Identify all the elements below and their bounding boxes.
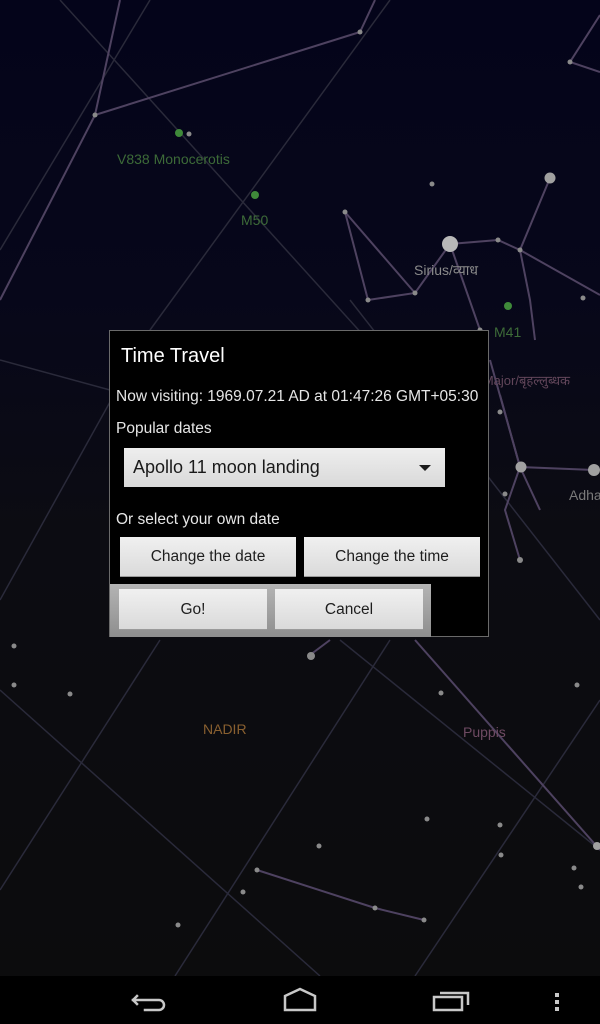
star <box>495 237 501 243</box>
cancel-button[interactable]: Cancel <box>275 589 423 630</box>
star <box>92 112 98 118</box>
label-adhara: Adha <box>569 487 600 503</box>
own-date-label: Or select your own date <box>116 511 280 528</box>
star <box>11 682 17 688</box>
popular-dates-label: Popular dates <box>116 420 212 437</box>
star <box>186 131 192 137</box>
star <box>357 29 363 35</box>
star <box>67 691 73 697</box>
star <box>421 917 427 923</box>
time-travel-dialog: Time Travel Now visiting: 1969.07.21 AD … <box>109 330 489 637</box>
star <box>515 461 527 473</box>
star <box>544 172 556 184</box>
messier-v838 <box>175 129 183 137</box>
star <box>307 652 315 660</box>
recent-apps-icon <box>432 991 470 1012</box>
home-button[interactable] <box>265 976 335 1024</box>
star <box>502 491 508 497</box>
go-button[interactable]: Go! <box>119 589 267 630</box>
navigation-bar <box>0 976 600 1024</box>
popular-dates-dropdown[interactable]: Apollo 11 moon landing <box>124 448 445 487</box>
star <box>580 295 586 301</box>
star <box>424 816 430 822</box>
star <box>497 409 503 415</box>
star <box>240 889 246 895</box>
overflow-menu-icon <box>555 993 559 1011</box>
home-icon <box>283 987 317 1012</box>
star <box>365 297 371 303</box>
star <box>438 690 444 696</box>
star <box>429 181 435 187</box>
star <box>574 682 580 688</box>
back-icon <box>131 994 166 1012</box>
star <box>175 922 181 928</box>
label-nadir: NADIR <box>203 721 247 737</box>
messier-m50 <box>251 191 259 199</box>
change-time-button[interactable]: Change the time <box>304 537 480 577</box>
dialog-button-bar: Go! Cancel <box>110 584 431 637</box>
star <box>497 822 503 828</box>
change-date-button[interactable]: Change the date <box>120 537 296 577</box>
star <box>11 643 17 649</box>
star <box>578 884 584 890</box>
popular-dates-selected-value: Apollo 11 moon landing <box>133 457 320 477</box>
star <box>567 59 573 65</box>
overflow-menu-button[interactable] <box>540 976 576 1024</box>
messier-m41 <box>504 302 512 310</box>
dropdown-arrow-icon <box>419 465 431 471</box>
now-visiting-text: Now visiting: 1969.07.21 AD at 01:47:26 … <box>116 388 479 405</box>
label-sirius: Sirius/व्याध <box>414 262 479 278</box>
dialog-title: Time Travel <box>121 345 225 367</box>
star-sirius <box>442 236 458 252</box>
label-m50: M50 <box>241 212 269 228</box>
star <box>588 464 600 476</box>
star <box>571 865 577 871</box>
star <box>372 905 378 911</box>
recent-apps-button[interactable] <box>416 976 486 1024</box>
label-v838-monocerotis: V838 Monocerotis <box>117 151 230 167</box>
label-puppis: Puppis <box>463 724 506 740</box>
back-button[interactable] <box>115 976 185 1024</box>
star <box>498 852 504 858</box>
star <box>254 867 260 873</box>
star <box>517 247 523 253</box>
star <box>517 557 523 563</box>
label-m41: M41 <box>494 324 522 340</box>
star <box>316 843 322 849</box>
star <box>342 209 348 215</box>
star <box>412 290 418 296</box>
